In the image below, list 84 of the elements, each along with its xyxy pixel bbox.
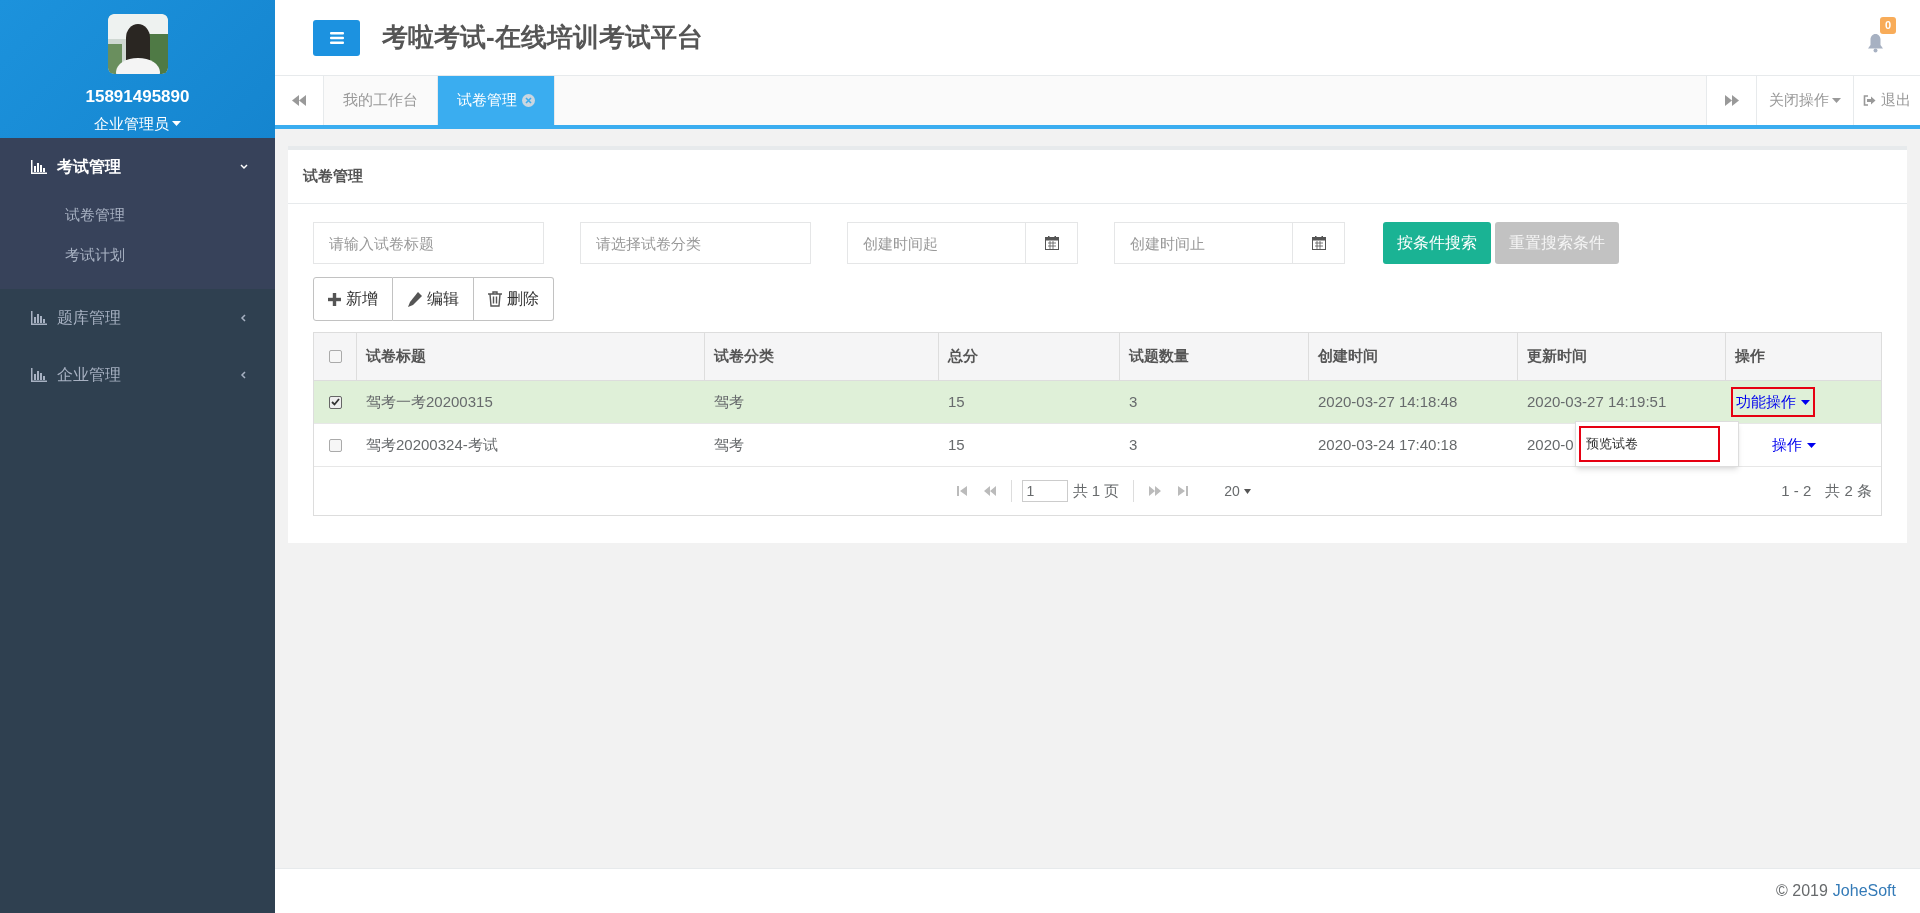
table-cell-text: 2020-0 [1527,434,1574,455]
first-page-icon[interactable] [954,485,969,497]
actions-dropdown[interactable]: 操作 [1769,431,1819,459]
caret-icon [1807,442,1816,448]
double-left-icon [292,95,306,106]
record-range: 1 - 2 [1781,480,1813,501]
column-header: 总分 [939,333,1120,380]
delete-button[interactable]: 删除 [474,277,554,321]
menu-item[interactable]: 题库管理 [0,289,275,346]
previous-page-icon[interactable] [982,485,997,497]
menu-item[interactable]: 考试管理 [0,138,275,195]
actions-dropdown[interactable]: 功能操作 [1733,388,1813,416]
add-button[interactable]: 新增 [313,277,393,321]
role-dropdown[interactable]: 企业管理员 [94,112,181,135]
page-count: 共 1 页 [1072,480,1120,501]
table-cell-text: 2020-03-27 14:18:48 [1318,391,1458,412]
table-cell-text: 15 [948,391,965,412]
table-cell-text: 3 [1129,434,1138,455]
caret-icon [1243,488,1251,494]
table-cell-text: 驾考 [714,434,744,455]
date-field[interactable]: 创建时间止 [1114,222,1293,264]
caret-icon [172,121,181,127]
page-input[interactable]: 1 [1021,480,1068,502]
menu-icon [329,31,344,44]
scroll-right-button[interactable] [1706,76,1756,125]
table-cell-text: 2020-03-27 14:19:51 [1527,391,1667,412]
panel-title: 试卷管理 [303,166,363,187]
logout-button[interactable]: 退出 [1853,76,1920,125]
close-actions-dropdown[interactable]: 关闭操作 [1756,76,1853,125]
column-header: 更新时间 [1518,333,1726,380]
pencil-icon [407,291,422,307]
bar-chart-icon [31,367,47,382]
bar-chart-icon [31,159,47,174]
input-field[interactable]: 请输入试卷标题 [313,222,544,264]
column-header: 试卷分类 [705,333,939,380]
chevron-left-icon [239,312,249,323]
copyright-text: © 2019 [1776,881,1828,901]
date-field[interactable]: 创建时间起 [847,222,1026,264]
table-cell-text: 驾考 [714,391,744,412]
submenu-item[interactable]: 试卷管理 [0,195,275,235]
calendar-icon [1311,236,1326,250]
calendar-button[interactable] [1026,222,1078,264]
menu-option[interactable]: 预览试卷 [1581,428,1718,460]
table-cell-text: 驾考20200324-考试 [366,434,498,455]
table-cell-text: 2020-03-24 17:40:18 [1318,434,1458,455]
plus-icon [328,292,341,306]
sign-out-icon [1863,95,1876,106]
menu-button[interactable] [313,19,360,56]
checkbox[interactable] [329,438,342,452]
app-title: 考啦考试-在线培训考试平台 [382,21,703,54]
next-page-icon[interactable] [1148,485,1163,497]
table-cell-text: 3 [1129,391,1138,412]
calendar-icon [1044,236,1059,250]
bell-icon [1866,32,1884,53]
column-header: 操作 [1734,346,1766,367]
scroll-left-button[interactable] [275,76,324,125]
close-icon[interactable] [522,94,535,107]
chevron-left-icon [239,369,249,380]
last-page-icon[interactable] [1176,485,1191,497]
bar-chart-icon [31,310,47,325]
table-cell-text: 驾考一考20200315 [366,391,493,412]
double-right-icon [1724,95,1739,106]
checkbox[interactable] [329,395,342,409]
record-total: 共 2 条 [1825,480,1873,501]
column-header: 试题数量 [1120,333,1309,380]
brand-link[interactable]: JoheSoft [1832,879,1896,903]
caret-icon [1801,399,1810,405]
check-icon [331,398,340,406]
page-size-select[interactable]: 20 [1224,480,1251,502]
user-name: 15891495890 [85,86,190,108]
submenu-item[interactable]: 考试计划 [0,235,275,275]
table-cell-text: 15 [948,434,965,455]
notification-badge: 0 [1879,16,1896,34]
trash-icon [488,291,502,307]
chevron-down-icon [239,161,249,172]
calendar-button[interactable] [1293,222,1345,264]
edit-button[interactable]: 编辑 [393,277,474,321]
caret-icon [1832,98,1841,103]
checkbox[interactable] [328,350,342,363]
menu-item[interactable]: 企业管理 [0,346,275,403]
search-button[interactable]: 按条件搜索 [1383,222,1491,264]
column-header: 创建时间 [1309,333,1518,380]
column-header: 试卷标题 [357,333,705,380]
input-field[interactable]: 请选择试卷分类 [580,222,811,264]
